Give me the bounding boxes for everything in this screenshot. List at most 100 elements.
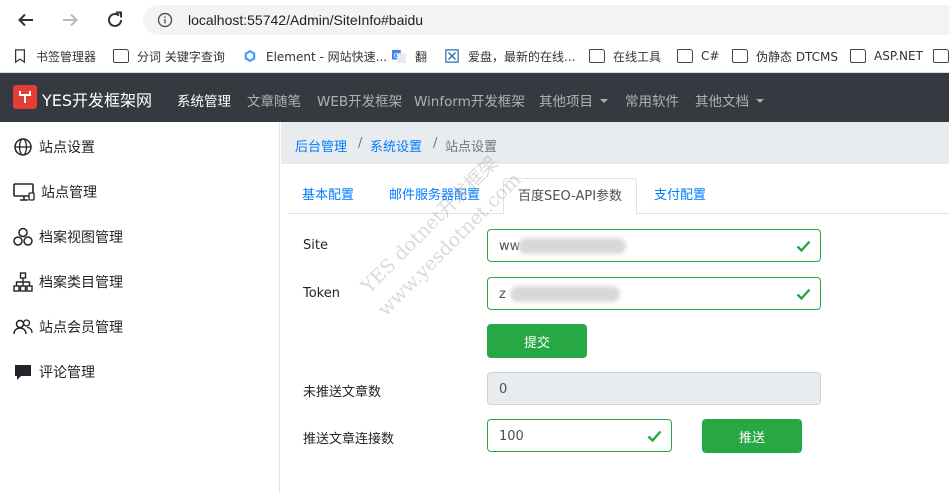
sidebar-item-comments[interactable]: 评论管理 xyxy=(13,359,95,385)
bookmark-item[interactable] xyxy=(933,47,949,65)
redacted-blur xyxy=(518,238,626,254)
address-bar[interactable]: localhost:55742/Admin/SiteInfo#baidu xyxy=(143,5,949,35)
push-count-input[interactable]: 100 xyxy=(487,419,672,452)
forward-button[interactable] xyxy=(58,8,82,32)
push-button[interactable]: 推送 xyxy=(702,419,802,453)
sidebar-item-label: 档案类目管理 xyxy=(39,275,123,291)
tab-mail-server[interactable]: 邮件服务器配置 xyxy=(375,178,494,214)
unpushed-count-value: 0 xyxy=(499,382,508,397)
caret-down-icon xyxy=(756,99,764,103)
globe-icon xyxy=(14,138,32,156)
bookmark-label: 书签管理器 xyxy=(36,49,97,64)
google-translate-icon: G xyxy=(392,49,406,63)
brand-name[interactable]: YES开发框架网 xyxy=(42,87,152,111)
bookmark-item[interactable]: 爱盘，最新的在线... xyxy=(444,47,575,65)
arrow-right-icon xyxy=(63,13,78,27)
sidebar-item-members[interactable]: 站点会员管理 xyxy=(13,314,123,340)
bookmark-label: 分词 关键字查询 xyxy=(137,49,225,64)
folder-icon xyxy=(677,49,693,63)
token-value: z xyxy=(499,287,506,302)
nav-item-winform-framework[interactable]: Winform开发框架 xyxy=(414,90,525,110)
nav-item-label: 其他文档 xyxy=(695,94,749,110)
bookmark-item[interactable]: G 翻 xyxy=(391,47,427,65)
bookmark-label: 伪静态 DTCMS xyxy=(756,49,839,64)
svg-text:G: G xyxy=(394,52,399,60)
folder-icon xyxy=(850,49,866,63)
users-icon xyxy=(13,319,33,335)
brand-logo-icon[interactable] xyxy=(13,85,37,109)
nav-item-label: 其他项目 xyxy=(539,94,593,110)
reload-icon xyxy=(108,11,122,27)
comment-icon xyxy=(15,365,31,380)
nav-item-software[interactable]: 常用软件 xyxy=(625,90,679,110)
bookmarks-bar: 书签管理器 分词 关键字查询 Element - 网站快速... G 翻 爱盘，… xyxy=(0,40,949,73)
sidebar-item-site-settings[interactable]: 站点设置 xyxy=(13,134,95,160)
nav-item-other-docs[interactable]: 其他文档 xyxy=(695,90,764,110)
sidebar-item-archive-categories[interactable]: 档案类目管理 xyxy=(13,269,123,295)
bookmark-label: 爱盘，最新的在线... xyxy=(468,49,576,64)
folder-icon xyxy=(589,49,605,63)
bookmark-label: C# xyxy=(701,49,720,63)
breadcrumb-separator: / xyxy=(433,136,438,151)
settings-tabs: 基本配置 邮件服务器配置 百度SEO-API参数 支付配置 xyxy=(288,178,949,215)
breadcrumb-item-site-settings: 站点设置 xyxy=(445,140,498,155)
top-navbar: YES开发框架网 系统管理 文章随笔 WEB开发框架 Winform开发框架 其… xyxy=(0,73,949,122)
bookmark-label: ASP.NET xyxy=(874,49,923,63)
sitemap-icon xyxy=(13,272,33,292)
caret-down-icon xyxy=(600,99,608,103)
sidebar-item-label: 站点会员管理 xyxy=(39,320,123,336)
bookmark-manager-icon xyxy=(15,49,25,63)
sidebar-item-archive-views[interactable]: 档案视图管理 xyxy=(13,224,123,250)
browser-toolbar: localhost:55742/Admin/SiteInfo#baidu xyxy=(0,0,949,40)
breadcrumb-separator: / xyxy=(358,136,363,151)
nav-item-other-projects[interactable]: 其他项目 xyxy=(539,90,608,110)
tab-basic[interactable]: 基本配置 xyxy=(288,178,368,214)
token-label: Token xyxy=(303,286,340,301)
folder-icon xyxy=(732,49,748,63)
site-label: Site xyxy=(303,238,328,253)
push-count-value: 100 xyxy=(499,429,524,444)
back-button[interactable] xyxy=(14,8,38,32)
bookmark-item[interactable]: C# xyxy=(677,47,719,65)
nav-item-articles[interactable]: 文章随笔 xyxy=(247,90,301,110)
check-icon xyxy=(796,288,811,301)
token-input[interactable]: z xyxy=(487,277,821,310)
nav-item-web-framework[interactable]: WEB开发框架 xyxy=(317,90,402,110)
reload-button[interactable] xyxy=(103,8,127,32)
tab-payment[interactable]: 支付配置 xyxy=(640,178,720,214)
bookmark-label: 在线工具 xyxy=(613,49,662,64)
check-icon xyxy=(796,240,811,253)
sidebar: 站点设置 站点管理 档案视图管理 档案类目管理 站点会员管理 评论管理 xyxy=(0,122,280,492)
sidebar-item-label: 站点设置 xyxy=(39,140,95,156)
aipan-icon xyxy=(445,49,459,63)
bookmark-label: Element - 网站快速... xyxy=(266,49,388,64)
nav-item-system[interactable]: 系统管理 xyxy=(177,90,231,110)
info-icon[interactable] xyxy=(157,12,173,32)
sidebar-item-site-management[interactable]: 站点管理 xyxy=(13,179,97,205)
submit-button[interactable]: 提交 xyxy=(487,324,587,358)
bookmark-item[interactable]: 伪静态 DTCMS xyxy=(732,47,838,65)
sidebar-item-label: 站点管理 xyxy=(41,185,97,201)
push-count-label: 推送文章连接数 xyxy=(303,432,395,447)
element-icon xyxy=(244,49,256,63)
site-input[interactable]: ww xyxy=(487,229,821,262)
bookmark-item[interactable]: 在线工具 xyxy=(589,47,661,65)
url-text: localhost:55742/Admin/SiteInfo#baidu xyxy=(188,12,424,28)
check-icon xyxy=(647,430,662,443)
tab-baidu-seo[interactable]: 百度SEO-API参数 xyxy=(503,178,638,215)
unpushed-count-field: 0 xyxy=(487,372,821,405)
bookmark-item[interactable]: Element - 网站快速... xyxy=(242,47,387,65)
sidebar-item-label: 评论管理 xyxy=(39,365,95,381)
breadcrumb-item-system-settings[interactable]: 系统设置 xyxy=(370,136,422,155)
bookmark-item[interactable]: 书签管理器 xyxy=(12,47,96,65)
redacted-blur xyxy=(510,286,620,302)
submit-button-label: 提交 xyxy=(523,335,550,351)
breadcrumb: 后台管理 / 系统设置 / 站点设置 xyxy=(281,122,949,164)
arrow-left-icon xyxy=(18,13,33,27)
bookmark-label: 翻 xyxy=(415,49,428,64)
breadcrumb-item-admin[interactable]: 后台管理 xyxy=(295,136,347,155)
circles-icon xyxy=(13,227,33,246)
bookmark-item[interactable]: ASP.NET xyxy=(850,47,923,65)
sidebar-item-label: 档案视图管理 xyxy=(39,230,123,246)
bookmark-item[interactable]: 分词 关键字查询 xyxy=(113,47,225,65)
